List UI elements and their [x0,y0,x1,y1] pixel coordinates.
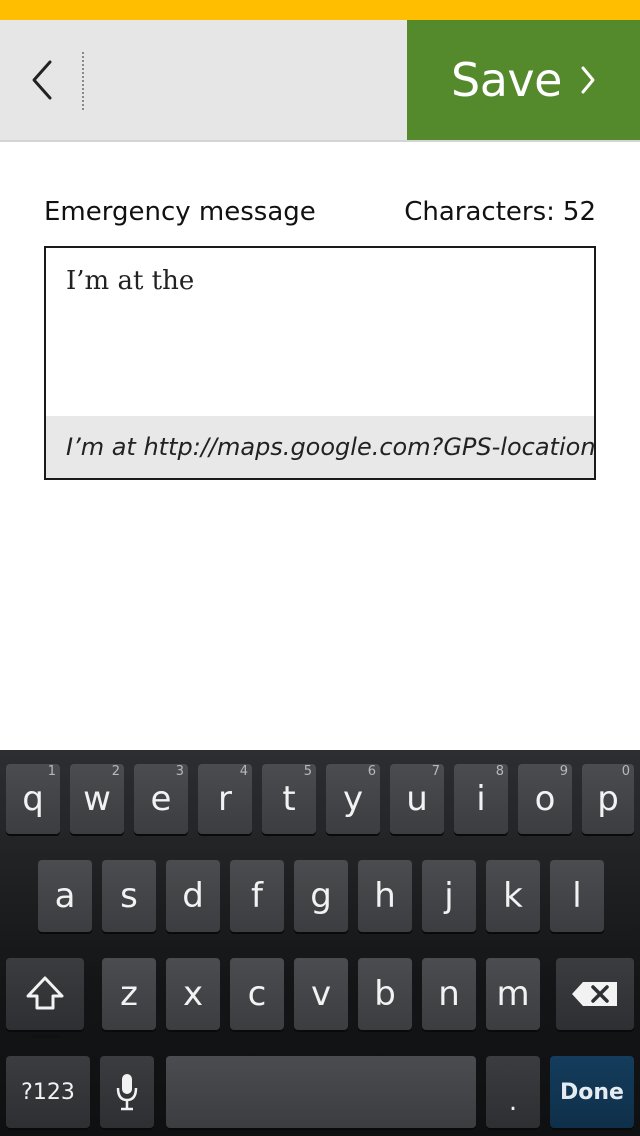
save-button[interactable]: Save [407,20,640,140]
microphone-icon [116,1074,138,1111]
keyboard: q1 w2 e3 r4 t5 y6 u7 i8 o9 p0 a s d f g … [0,750,640,1136]
key-h[interactable]: h [358,860,412,932]
key-s[interactable]: s [102,860,156,932]
symbols-key[interactable]: ?123 [6,1056,90,1128]
space-key[interactable] [166,1056,476,1128]
key-z[interactable]: z [102,958,156,1030]
key-q[interactable]: q1 [6,764,60,834]
header-divider [82,52,84,110]
key-k[interactable]: k [486,860,540,932]
shift-icon [26,976,64,1010]
character-count-value: 52 [562,197,596,227]
backspace-key[interactable] [556,958,634,1030]
message-preview: I’m at http://maps.google.com?GPS-locati… [46,416,594,478]
key-u[interactable]: u7 [390,764,444,834]
shift-key[interactable] [6,958,84,1038]
message-input[interactable] [46,248,594,418]
microphone-key[interactable] [100,1056,154,1128]
key-w[interactable]: w2 [70,764,124,834]
header: Save [0,20,640,142]
key-x[interactable]: x [166,958,220,1030]
message-box: I’m at http://maps.google.com?GPS-locati… [44,246,596,480]
key-v[interactable]: v [294,958,348,1030]
backspace-icon [572,982,617,1006]
key-r[interactable]: r4 [198,764,252,834]
period-key[interactable]: . [486,1056,540,1128]
key-j[interactable]: j [422,860,476,932]
back-button[interactable] [0,20,82,140]
save-button-label: Save [451,53,562,107]
key-m[interactable]: m [486,958,540,1030]
key-l[interactable]: l [550,860,604,932]
key-a[interactable]: a [38,860,92,932]
character-count-label: Characters: [404,197,555,227]
character-count: Characters: 52 [404,197,596,227]
key-t[interactable]: t5 [262,764,316,834]
key-y[interactable]: y6 [326,764,380,834]
key-g[interactable]: g [294,860,348,932]
key-d[interactable]: d [166,860,220,932]
key-p[interactable]: p0 [582,764,634,834]
key-i[interactable]: i8 [454,764,508,834]
key-f[interactable]: f [230,860,284,932]
key-n[interactable]: n [422,958,476,1030]
field-label: Emergency message [44,197,316,227]
done-key[interactable]: Done [550,1056,634,1128]
key-b[interactable]: b [358,958,412,1030]
key-o[interactable]: o9 [518,764,572,834]
status-bar [0,0,640,20]
key-c[interactable]: c [230,958,284,1030]
chevron-right-icon [580,65,596,95]
key-e[interactable]: e3 [134,764,188,834]
chevron-left-icon [32,60,52,100]
shift-indicator [32,1035,62,1038]
